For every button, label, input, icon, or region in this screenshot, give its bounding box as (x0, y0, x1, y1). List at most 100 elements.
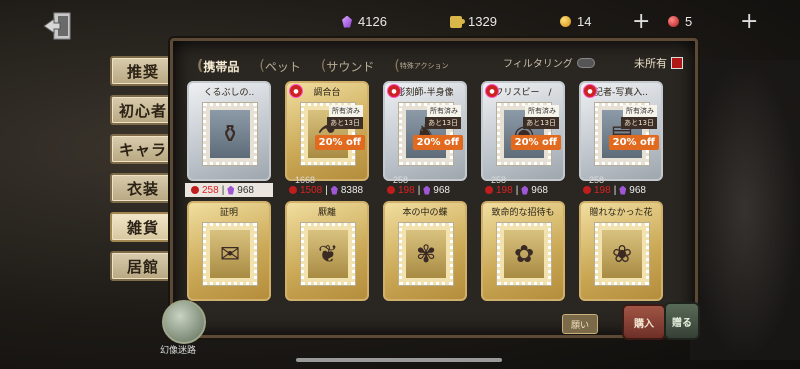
owned-badge: 所有済み (525, 105, 559, 117)
certificate-icon: ✉ (219, 240, 241, 268)
tab-sound[interactable]: ( サウンド (311, 56, 384, 77)
item-card[interactable]: 本の中の蝶 ✾ (383, 201, 467, 301)
gem-price: 968 (629, 184, 646, 196)
nav-item-beginner[interactable]: 初心者 (110, 95, 176, 125)
gem-price-icon (423, 185, 431, 195)
unowned-filter[interactable]: 未所有 (634, 55, 683, 71)
item-name: くるぶしの.. (203, 88, 255, 98)
limited-tag-icon: ● (387, 84, 401, 98)
item-stamp: ❀ (595, 223, 649, 285)
discount-badge: 20% off (608, 135, 659, 150)
add-coin-plus-icon[interactable]: + (632, 9, 650, 34)
price-separator: | (221, 184, 225, 196)
ruby-price: 198 (594, 184, 611, 196)
unowned-label: 未所有 (634, 57, 667, 70)
item-card[interactable]: 彫刻師-半身像 ♞ ● 所有済み あと13日 20% off (383, 81, 467, 181)
item-card[interactable]: 証明 ✉ (187, 201, 271, 301)
buy-button[interactable]: 購入 (622, 304, 666, 340)
shop-category-nav: 推奨 初心者 キャラ 衣装 雑貨 居館 (110, 56, 176, 290)
original-price: 1668 (295, 175, 316, 185)
owned-badge: 所有済み (329, 105, 363, 117)
tab-label: サウンド (326, 59, 375, 74)
butterfly-book-icon: ✾ (415, 240, 437, 268)
gem-price: 8388 (340, 184, 364, 196)
ruby-price-icon (485, 186, 493, 194)
ruby-count: 5 (685, 14, 693, 29)
filter-toggle[interactable]: フィルタリング (503, 55, 595, 70)
currency-ruby: 5 (668, 14, 692, 29)
price-row: 198 | 968 (577, 183, 665, 197)
stamp-inner: ❀ (602, 230, 642, 278)
tab-accessories[interactable]: ( 携帯品 (187, 56, 249, 77)
tab-label: ペット (264, 59, 301, 74)
item-stamp: ✾ (399, 223, 453, 285)
limited-tag-icon: ● (485, 84, 499, 98)
owned-badge: 所有済み (427, 105, 461, 117)
item-card[interactable]: 致命的な招待も ✿ (481, 201, 565, 301)
coin-count: 14 (577, 14, 592, 29)
item-name: 致命的な招待も (491, 208, 555, 218)
filter-switch-icon[interactable] (576, 57, 595, 68)
ruby-price-icon (191, 186, 199, 194)
nav-item-character[interactable]: キャラ (110, 134, 176, 164)
original-price: 258 (589, 175, 605, 185)
item-name: 証明 (219, 208, 238, 218)
tab-label: 携帯品 (203, 59, 240, 74)
remaining-days-badge: あと13日 (327, 117, 363, 129)
coin-icon (560, 16, 571, 27)
original-price: 258 (491, 175, 507, 185)
remaining-days-badge: あと13日 (621, 117, 657, 129)
maze-label: 幻像迷路 (160, 346, 197, 356)
item-card[interactable]: くるぶしの.. ⚱ (187, 81, 271, 181)
price-row: 1508 | 8388 (283, 183, 371, 197)
stamp-inner: ✿ (504, 230, 544, 278)
tab-pets[interactable]: ( ペット (249, 56, 310, 77)
tab-special-action[interactable]: ( 特殊アクション (384, 56, 458, 76)
item-card[interactable]: 贈れなかった花 ❀ (579, 201, 663, 301)
illusion-maze-icon[interactable] (162, 300, 206, 344)
item-card[interactable]: 記者-写真入.. ▤ ● 所有済み あと13日 20% off (579, 81, 663, 181)
discount-badge: 20% off (412, 135, 463, 150)
gift-button[interactable]: 贈る (664, 302, 700, 340)
item-stamp: ⚱ (203, 103, 257, 165)
price-separator: | (417, 184, 421, 196)
limited-tag-icon: ● (583, 84, 597, 98)
filter-label: フィルタリング (503, 59, 573, 70)
nav-item-manor[interactable]: 居館 (110, 251, 176, 281)
nav-item-costume[interactable]: 衣装 (110, 173, 176, 203)
stamp-inner: ⚱ (210, 110, 250, 158)
gem-pendant-icon: ⚱ (219, 120, 241, 148)
stamp-inner: ✉ (210, 230, 250, 278)
gem-price-icon (619, 185, 627, 195)
discount-badge: 20% off (314, 135, 365, 150)
nav-item-goods[interactable]: 雑貨 (110, 212, 176, 242)
ruby-price-icon (387, 186, 395, 194)
bouquet-icon: ❀ (611, 240, 633, 268)
gem-price: 968 (531, 184, 548, 196)
home-indicator (296, 358, 502, 362)
stamp-inner: ✾ (406, 230, 446, 278)
wing-icon: ❦ (317, 240, 339, 268)
item-name: 厭離 (317, 208, 336, 218)
add-ruby-plus-icon[interactable]: + (740, 9, 758, 34)
price-separator: | (613, 184, 617, 196)
wish-button[interactable]: 願い (562, 314, 598, 334)
original-price: 258 (393, 175, 409, 185)
gem-price: 968 (433, 184, 450, 196)
puzzle-icon (450, 15, 465, 28)
nav-item-recommended[interactable]: 推奨 (110, 56, 176, 86)
unowned-checkbox-icon[interactable] (671, 57, 683, 69)
item-card[interactable]: 調合台 ⚗ ● 所有済み あと13日 20% off (285, 81, 369, 181)
puzzle-count: 1329 (468, 14, 497, 29)
limited-tag-icon: ● (289, 84, 303, 98)
tab-label: 特殊アクション (399, 62, 449, 70)
ruby-price: 198 (496, 184, 513, 196)
exit-door-icon[interactable] (42, 10, 76, 42)
item-card[interactable]: フリスビー / ◉ ● 所有済み あと13日 20% off (481, 81, 565, 181)
currency-coin: 14 (560, 14, 591, 29)
item-card[interactable]: 厭離 ❦ (285, 201, 369, 301)
gem-price-icon (521, 185, 529, 195)
invitation-icon: ✿ (513, 240, 535, 268)
ruby-price: 1508 (300, 184, 323, 196)
gem-icon (342, 15, 352, 28)
